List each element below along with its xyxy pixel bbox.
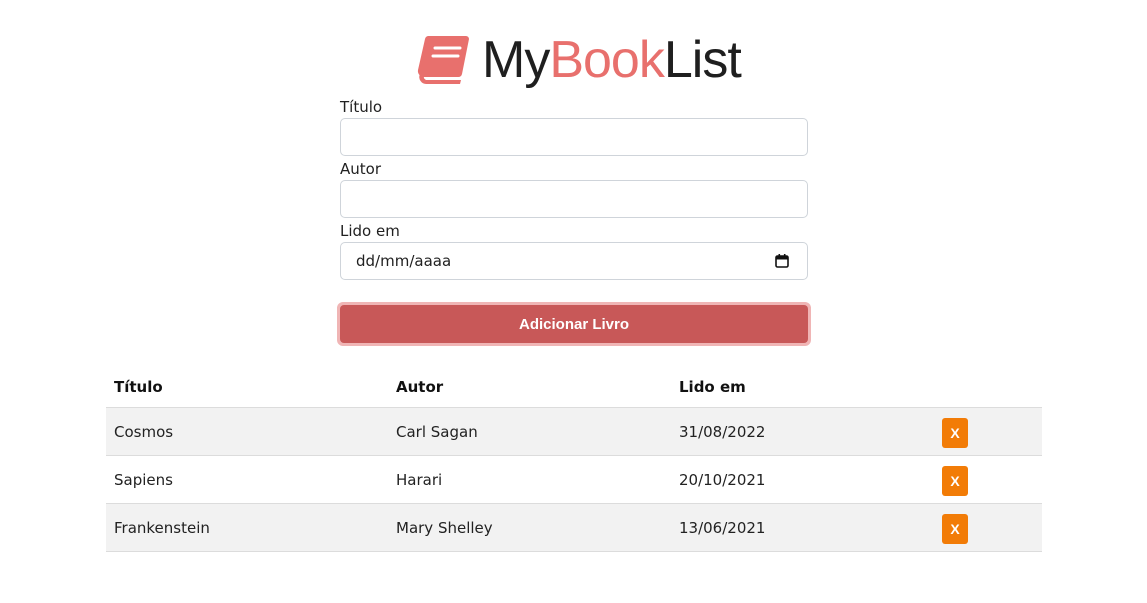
read-date-input[interactable]: dd/mm/aaaa — [340, 242, 808, 280]
table-row: Sapiens Harari 20/10/2021 X — [106, 455, 1042, 504]
calendar-icon[interactable] — [775, 254, 789, 268]
header-author: Autor — [388, 367, 671, 408]
delete-button[interactable]: X — [942, 513, 968, 544]
title-label: Título — [340, 98, 383, 116]
logo-text-book: Book — [549, 31, 665, 89]
delete-button[interactable]: X — [942, 417, 968, 448]
header-title: Título — [106, 367, 388, 408]
cell-author: Mary Shelley — [388, 503, 671, 552]
delete-button[interactable]: X — [942, 465, 968, 496]
author-input[interactable] — [340, 180, 808, 218]
table-row: Frankenstein Mary Shelley 13/06/2021 X — [106, 503, 1042, 552]
cell-actions: X — [930, 407, 1042, 456]
cell-actions: X — [930, 503, 1042, 552]
cell-read-on: 13/06/2021 — [671, 503, 930, 552]
books-table: Título Autor Lido em Cosmos Carl Sagan 3… — [106, 367, 1042, 552]
app-title: MyBookList — [482, 30, 742, 90]
header-actions — [930, 367, 1042, 408]
table-row: Cosmos Carl Sagan 31/08/2022 X — [106, 407, 1042, 456]
cell-author: Carl Sagan — [388, 407, 671, 456]
cell-title: Sapiens — [106, 455, 388, 504]
app-logo: MyBookList — [416, 30, 742, 90]
add-book-form: Título Autor Lido em dd/mm/aaaa — [340, 96, 808, 282]
logo-text-list: List — [663, 31, 742, 89]
cell-title: Cosmos — [106, 407, 388, 456]
cell-read-on: 31/08/2022 — [671, 407, 930, 456]
read-date-placeholder: dd/mm/aaaa — [356, 252, 452, 270]
submit-focus-ring: Adicionar Livro — [337, 302, 811, 346]
logo-text-my: My — [482, 31, 550, 89]
author-label: Autor — [340, 160, 381, 178]
cell-read-on: 20/10/2021 — [671, 455, 930, 504]
book-icon — [417, 36, 469, 85]
cell-author: Harari — [388, 455, 671, 504]
title-input[interactable] — [340, 118, 808, 156]
cell-actions: X — [930, 455, 1042, 504]
read-date-label: Lido em — [340, 222, 400, 240]
add-book-button[interactable]: Adicionar Livro — [340, 305, 808, 343]
header-read-on: Lido em — [671, 367, 930, 408]
cell-title: Frankenstein — [106, 503, 388, 552]
table-header-row: Título Autor Lido em — [106, 367, 1042, 408]
